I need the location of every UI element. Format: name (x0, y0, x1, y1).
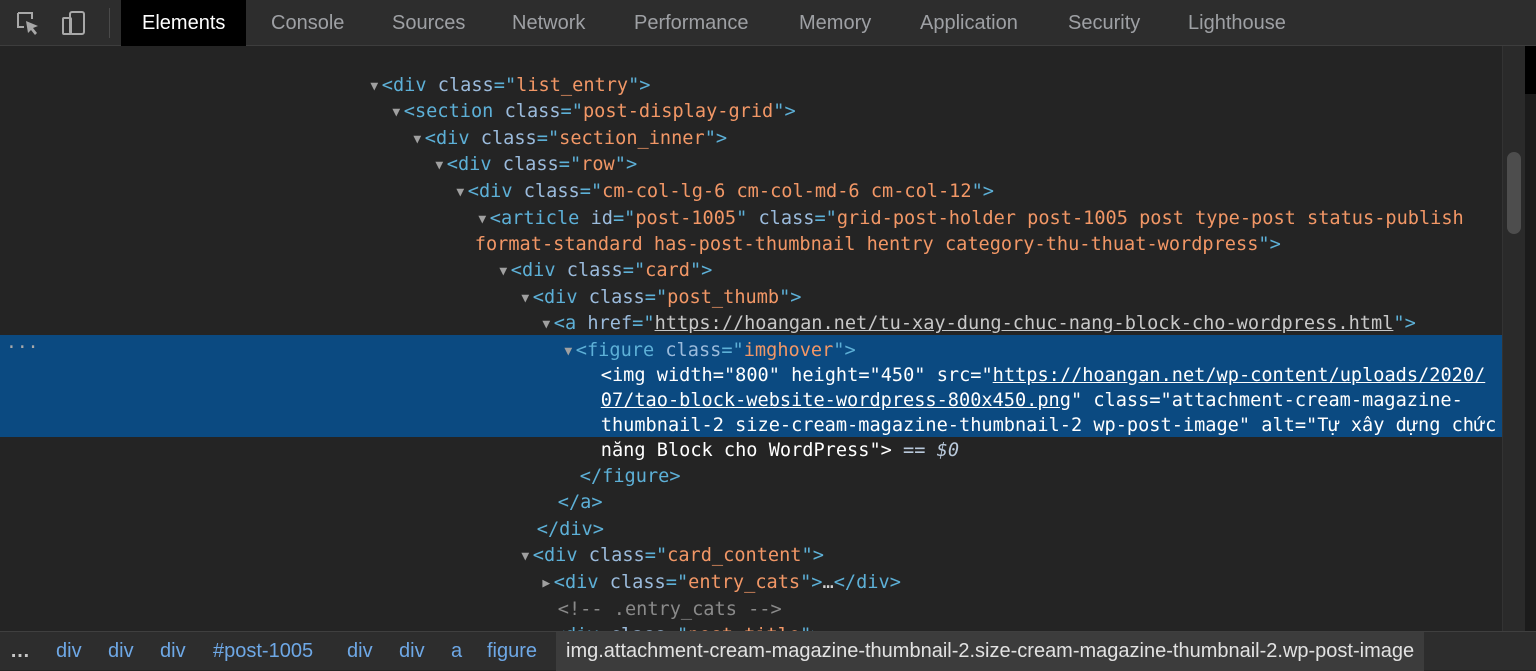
breadcrumb-item[interactable]: div (56, 632, 82, 671)
tab-memory[interactable]: Memory (778, 0, 892, 46)
tab-sources[interactable]: Sources (371, 0, 486, 46)
breadcrumb-item[interactable]: div (108, 632, 134, 671)
breadcrumb-item[interactable]: a (451, 632, 462, 671)
dom-node[interactable]: ▼ <div class="list_entry"> (322, 46, 650, 96)
expand-arrow-icon[interactable]: ▼ (539, 624, 554, 631)
dom-node[interactable]: ▼ <div class="section_inner"> (365, 99, 727, 149)
dom-node-continuation: năng Block cho WordPress"> == $0 (600, 439, 960, 461)
tab-elements[interactable]: Elements (121, 0, 247, 46)
dom-node-continuation: thumbnail-2 size-cream-magazine-thumbnai… (600, 414, 1497, 436)
dom-node[interactable]: ▶ <div class="entry_cats">…</div> (494, 543, 901, 593)
breadcrumb-current[interactable]: img.attachment-cream-magazine-thumbnail-… (556, 632, 1425, 671)
node-actions-button[interactable]: ··· (0, 335, 39, 361)
breadcrumb-item[interactable]: div (347, 632, 373, 671)
breadcrumb-overflow[interactable]: … (10, 632, 30, 671)
devtools-toolbar: Elements Console Sources Network Perform… (0, 0, 1536, 46)
device-toolbar-icon[interactable] (60, 9, 88, 37)
breadcrumb-item[interactable]: #post-1005 (213, 632, 313, 671)
dom-node[interactable]: ▼<div class="post_title"> (494, 597, 822, 631)
toolbar-divider (109, 8, 110, 38)
panel-edge-strip (1525, 46, 1536, 94)
tab-performance[interactable]: Performance (613, 0, 770, 46)
dom-comment: <!-- .entry_cats --> (557, 598, 782, 620)
tab-network[interactable]: Network (491, 0, 606, 46)
tab-application[interactable]: Application (899, 0, 1039, 46)
dom-node[interactable]: ▼ <div class="card_content"> (473, 517, 824, 566)
breadcrumb-item[interactable]: div (399, 632, 425, 671)
breadcrumb-item[interactable]: div (160, 632, 186, 671)
tab-security[interactable]: Security (1047, 0, 1161, 46)
console-ref: $0 (936, 439, 960, 461)
scrollbar-thumb[interactable] (1507, 152, 1521, 234)
vertical-scrollbar[interactable] (1502, 46, 1525, 631)
dom-node-continuation: 07/tao-block-website-wordpress-800x450.p… (600, 389, 1463, 411)
breadcrumb-item[interactable]: figure (487, 632, 537, 671)
dom-node[interactable]: ▼ <div class="row"> (387, 126, 637, 175)
inspect-element-icon[interactable] (14, 9, 42, 37)
dom-tree: ··· ▼ <div class="list_entry"> ▼ <section … (0, 46, 1502, 631)
tab-console[interactable]: Console (250, 0, 365, 46)
dom-node[interactable]: ▼ <article id="post-1005" class="grid-pos… (430, 179, 1463, 229)
dom-node[interactable]: ▼ <div class="card"> (451, 231, 712, 281)
dom-closing-tag: </a> (557, 492, 603, 514)
selected-dom-node[interactable]: <img width="800" height="450" src="https… (556, 336, 1485, 386)
dom-closing-tag: </div> (536, 518, 604, 540)
side-panel-edge (1525, 46, 1536, 631)
dom-node-continuation: format-standard has-post-thumbnail hentr… (474, 233, 1281, 255)
dom-node[interactable]: ▼ <section class="post-display-grid"> (344, 73, 795, 122)
dom-node[interactable]: ▼ <div class="cm-col-lg-6 cm-col-md-6 cm-… (408, 152, 994, 202)
dom-node[interactable]: ▼ <figure class="imghover"> (516, 311, 855, 361)
dom-node[interactable]: ▼ <div class="post_thumb"> (473, 258, 801, 308)
tab-lighthouse[interactable]: Lighthouse (1167, 0, 1307, 46)
dom-closing-tag: </figure> (579, 465, 681, 487)
breadcrumb: … div div div #post-1005 div div a figur… (0, 631, 1536, 671)
dom-node[interactable]: ▼ <a href="https://hoangan.net/tu-xay-dun… (494, 285, 1415, 334)
